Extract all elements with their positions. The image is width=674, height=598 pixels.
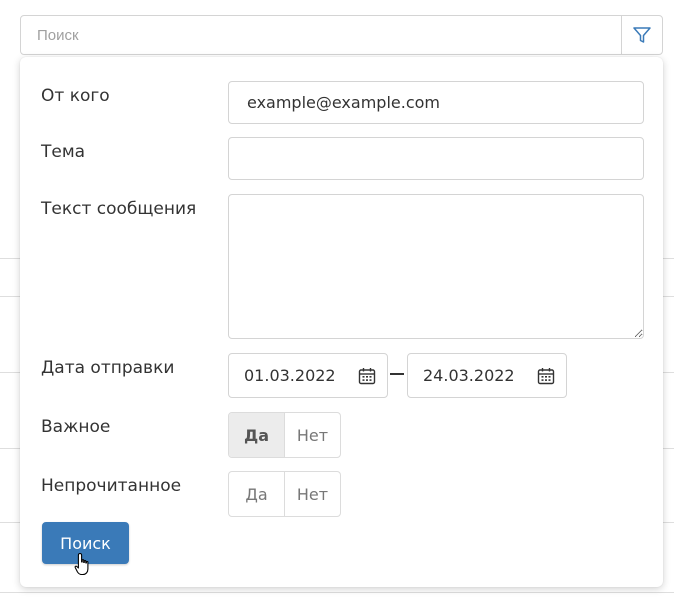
filter-button[interactable] — [621, 16, 662, 54]
unread-no-option[interactable]: Нет — [284, 472, 340, 516]
calendar-icon[interactable] — [357, 366, 377, 386]
search-input[interactable] — [21, 16, 621, 54]
unread-label: Непрочитанное — [41, 476, 182, 496]
date-to-field — [407, 353, 567, 398]
filter-icon — [633, 27, 651, 43]
date-to-input[interactable] — [408, 365, 535, 386]
body-label: Текст сообщения — [41, 199, 197, 219]
date-label: Дата отправки — [41, 358, 175, 378]
list-divider — [0, 592, 674, 593]
search-bar — [20, 15, 663, 55]
important-label: Важное — [41, 417, 111, 437]
important-toggle: Да Нет — [228, 412, 341, 458]
body-textarea[interactable] — [228, 194, 644, 339]
date-from-input[interactable] — [229, 365, 356, 386]
unread-toggle: Да Нет — [228, 471, 341, 517]
important-no-option[interactable]: Нет — [284, 413, 340, 457]
unread-yes-option[interactable]: Да — [229, 472, 284, 516]
important-yes-option[interactable]: Да — [229, 413, 284, 457]
search-submit-button[interactable]: Поиск — [42, 522, 129, 564]
filter-panel: От кого Тема Текст сообщения Дата отправ… — [20, 57, 663, 587]
date-range-dash — [390, 373, 404, 375]
from-input[interactable] — [228, 81, 644, 124]
subject-label: Тема — [41, 142, 86, 162]
date-from-field — [228, 353, 388, 398]
from-label: От кого — [41, 86, 110, 106]
subject-input[interactable] — [228, 137, 644, 180]
calendar-icon[interactable] — [536, 366, 556, 386]
